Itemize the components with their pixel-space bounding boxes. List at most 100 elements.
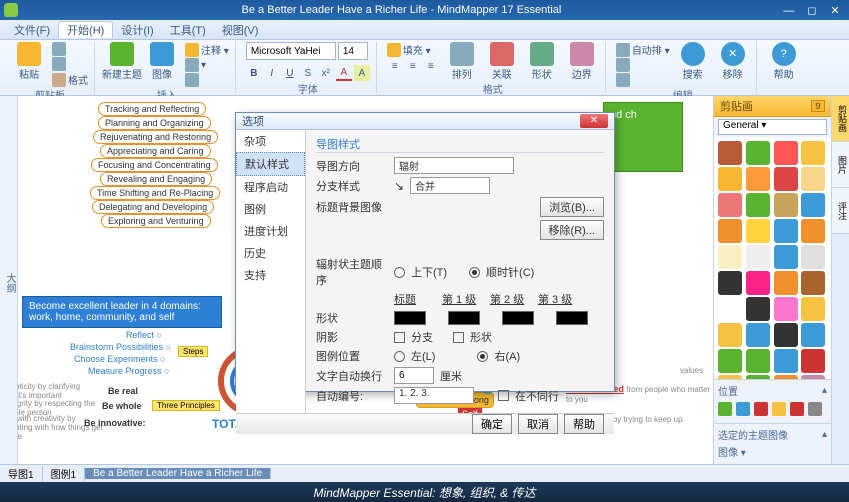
clipart-item[interactable] — [774, 271, 798, 295]
highlight-button[interactable]: A — [354, 65, 370, 81]
clipart-item[interactable] — [718, 349, 742, 373]
nav-legend[interactable]: 图例 — [236, 198, 305, 220]
shape-color-l3[interactable] — [556, 311, 588, 325]
format-painter[interactable]: 格式 — [52, 72, 88, 87]
vtab-image[interactable]: 图片 — [832, 142, 849, 188]
nav-support[interactable]: 支持 — [236, 264, 305, 286]
new-topic-button[interactable]: 新建主题 — [105, 42, 139, 81]
nav-misc[interactable]: 杂项 — [236, 130, 305, 152]
clipart-item[interactable] — [801, 297, 825, 321]
copy-button[interactable] — [52, 57, 88, 71]
clipart-item[interactable] — [801, 219, 825, 243]
note-button[interactable]: 注释 ▾ — [185, 42, 229, 57]
clipart-item[interactable] — [774, 323, 798, 347]
clipart-item[interactable] — [718, 167, 742, 191]
underline-button[interactable]: U — [282, 65, 298, 81]
clipart-item[interactable] — [718, 193, 742, 217]
image-button[interactable]: 图像 — [145, 42, 179, 81]
clipart-item[interactable] — [774, 193, 798, 217]
remove-bg-button[interactable]: 移除(R)... — [540, 220, 604, 240]
clipart-item[interactable] — [801, 271, 825, 295]
cancel-button[interactable]: 取消 — [518, 414, 558, 434]
menu-file[interactable]: 文件(F) — [6, 22, 58, 38]
reflect-item[interactable]: Reflect ○ — [126, 330, 162, 340]
doc-tab[interactable]: 导图1 — [0, 466, 43, 481]
dialog-close-button[interactable]: ✕ — [580, 114, 608, 128]
radio-topdown[interactable] — [394, 267, 405, 278]
nav-schedule[interactable]: 进度计划 — [236, 220, 305, 242]
clipart-item[interactable] — [801, 167, 825, 191]
clipart-item[interactable] — [801, 349, 825, 373]
clipart-item[interactable] — [746, 271, 770, 295]
cut-button[interactable] — [52, 42, 88, 56]
pos-icon[interactable] — [754, 402, 768, 416]
pos-icon[interactable] — [736, 402, 750, 416]
remove-button[interactable]: ✕移除 — [716, 42, 750, 81]
topic-node[interactable]: Tracking and Reflecting — [98, 102, 206, 116]
fill-button[interactable]: 填充 ▾ — [387, 42, 439, 57]
clipart-item[interactable] — [801, 323, 825, 347]
blue-title-box[interactable]: Become excellent leader in 4 domains: wo… — [22, 296, 222, 328]
topic-node[interactable]: Appreciating and Caring — [100, 144, 211, 158]
radio-clockwise[interactable] — [469, 267, 480, 278]
topic-node[interactable]: Revealing and Engaging — [100, 172, 212, 186]
font-name-combo[interactable]: Microsoft YaHei — [246, 42, 336, 60]
sel-close[interactable]: ▴ — [822, 429, 827, 440]
clipart-item[interactable] — [718, 141, 742, 165]
topic-node[interactable]: Rejuvenating and Restoring — [93, 130, 218, 144]
clipart-item[interactable] — [774, 245, 798, 269]
find-button[interactable]: 搜索 — [676, 42, 710, 81]
be-item[interactable]: Be whole — [102, 401, 142, 411]
topic-node[interactable]: Exploring and Venturing — [101, 214, 211, 228]
radio-right[interactable] — [477, 351, 488, 362]
clipart-item[interactable] — [746, 141, 770, 165]
align-right[interactable]: ≡ — [423, 58, 439, 74]
doc-tab-active[interactable]: Be a Better Leader Have a Richer Life — [85, 468, 271, 479]
paste-button[interactable]: 粘贴 — [12, 42, 46, 81]
attach-button[interactable] — [185, 73, 229, 87]
pos-icon[interactable] — [718, 402, 732, 416]
clipart-item[interactable] — [718, 271, 742, 295]
clipart-item[interactable] — [746, 167, 770, 191]
topic-node[interactable]: Planning and Organizing — [98, 116, 211, 130]
nav-default-style[interactable]: 默认样式 — [236, 152, 305, 176]
clipart-item[interactable] — [746, 323, 770, 347]
topic-node[interactable]: Time Shifting and Re-Placing — [90, 186, 220, 200]
reflect-item[interactable]: Choose Experiments ○ — [74, 354, 165, 364]
menu-tools[interactable]: 工具(T) — [162, 22, 214, 38]
auto-arrange[interactable]: 自动排 ▾ — [616, 42, 670, 57]
border-button[interactable]: 边界 — [565, 42, 599, 81]
clipart-item[interactable] — [746, 245, 770, 269]
nav-history[interactable]: 历史 — [236, 242, 305, 264]
menu-view[interactable]: 视图(V) — [214, 22, 267, 38]
clipart-item[interactable] — [746, 193, 770, 217]
color-a-button[interactable]: A — [336, 65, 352, 81]
clipart-item[interactable] — [718, 219, 742, 243]
edit-3[interactable] — [616, 73, 670, 87]
three-principles-tag[interactable]: Three Principles — [152, 400, 220, 411]
topic-node[interactable]: Focusing and Concentrating — [91, 158, 218, 172]
font-size-combo[interactable]: 14 — [338, 42, 368, 60]
clipart-item[interactable] — [746, 349, 770, 373]
reflect-item[interactable]: Measure Progress ○ — [88, 366, 169, 376]
shape-color-title[interactable] — [394, 311, 426, 325]
close-button[interactable]: ✕ — [825, 4, 845, 17]
shape-color-l2[interactable] — [502, 311, 534, 325]
strike-button[interactable]: S — [300, 65, 316, 81]
wrap-input[interactable] — [394, 367, 434, 384]
image-dropdown[interactable]: 图像 ▾ — [718, 448, 746, 459]
sup-button[interactable]: x² — [318, 65, 334, 81]
clipart-item[interactable] — [718, 297, 742, 321]
clipart-item[interactable] — [774, 167, 798, 191]
clipart-item[interactable] — [801, 141, 825, 165]
clipart-item[interactable] — [774, 141, 798, 165]
maximize-button[interactable]: ◻ — [802, 4, 822, 17]
link-button[interactable]: ▾ — [185, 58, 229, 72]
be-item[interactable]: Be innovative: — [84, 418, 146, 428]
clipart-item[interactable] — [746, 297, 770, 321]
nav-startup[interactable]: 程序启动 — [236, 176, 305, 198]
radio-left[interactable] — [394, 351, 405, 362]
shape-color-l1[interactable] — [448, 311, 480, 325]
bold-button[interactable]: B — [246, 65, 262, 81]
shape-button[interactable]: 形状 — [525, 42, 559, 81]
